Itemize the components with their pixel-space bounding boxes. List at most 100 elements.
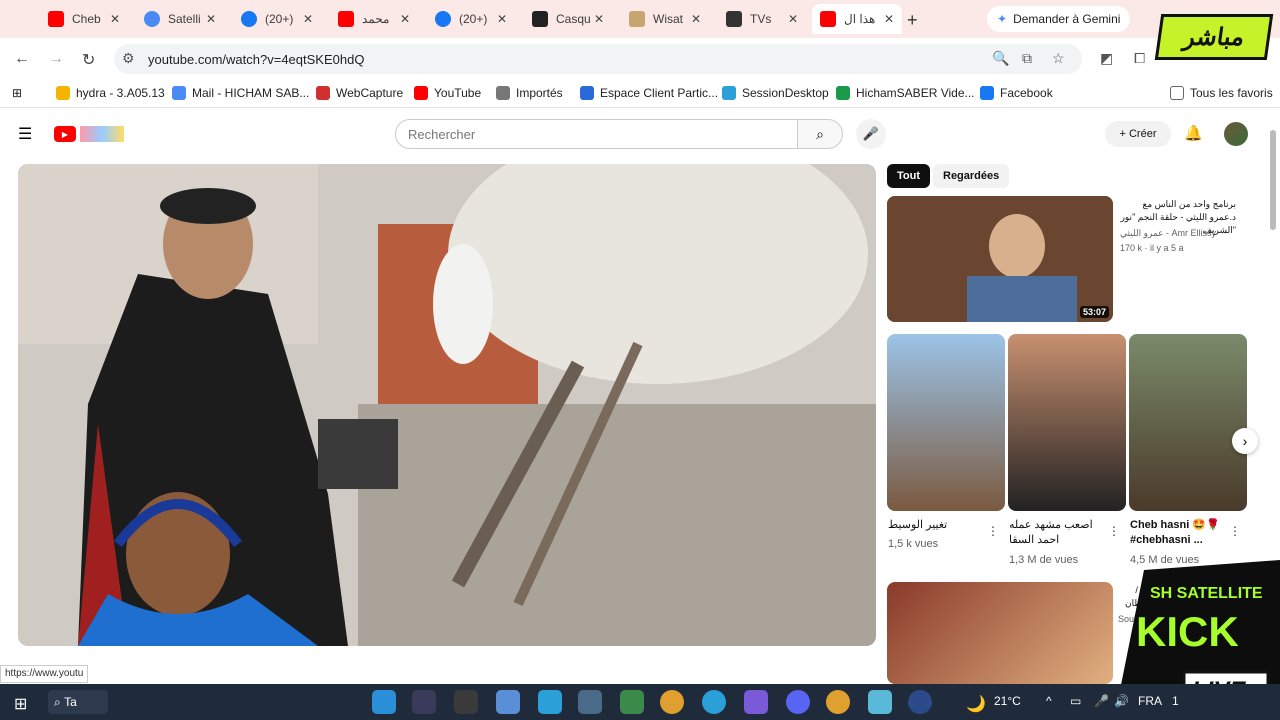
taskbar-app-icon[interactable]: [868, 690, 892, 714]
chip-regardees[interactable]: Regardées: [933, 164, 1010, 188]
rec-thumbnail[interactable]: 53:07: [887, 196, 1113, 322]
reload-button[interactable]: ↻: [82, 50, 95, 70]
menu-icon[interactable]: ☰: [18, 124, 32, 144]
more-icon[interactable]: ⋮: [1108, 524, 1120, 538]
chevron-right-icon[interactable]: ›: [1232, 428, 1258, 454]
search-button[interactable]: ⌕: [797, 119, 843, 149]
bookmark-item[interactable]: Espace Client Partic...: [580, 86, 718, 100]
create-button[interactable]: + Créer: [1105, 121, 1171, 147]
taskbar-app-icon[interactable]: [620, 690, 644, 714]
close-icon[interactable]: ✕: [884, 12, 894, 26]
more-icon[interactable]: ⋮: [1229, 524, 1241, 538]
network-icon[interactable]: ▭: [1070, 694, 1081, 708]
short-thumbnail-2[interactable]: [1008, 334, 1126, 511]
mic-icon[interactable]: 🎤: [1094, 694, 1109, 708]
doodle-logo[interactable]: [80, 126, 124, 142]
rec-channel[interactable]: عمرو الليثي - Amr Ellissy: [1120, 228, 1216, 239]
short-title-3[interactable]: Cheb hasni 🤩🌹 #chebhasni ...: [1130, 518, 1228, 548]
install-icon[interactable]: ⧉: [1022, 50, 1032, 67]
tab-1[interactable]: Satelli ✕: [136, 4, 224, 34]
short-thumbnail-3[interactable]: [1129, 334, 1247, 511]
forward-button[interactable]: →: [48, 50, 64, 68]
avatar[interactable]: [1224, 122, 1248, 146]
close-icon[interactable]: ✕: [400, 12, 410, 26]
bookmark-star-icon[interactable]: ☆: [1052, 50, 1065, 67]
tab-5[interactable]: Casqu ✕: [524, 4, 612, 34]
bookmark-item[interactable]: YouTube: [414, 86, 481, 100]
close-icon[interactable]: ✕: [691, 12, 701, 26]
bookmark-icon: [316, 86, 330, 100]
short-title-1[interactable]: تغيير الوسيط: [888, 518, 983, 533]
tab-7[interactable]: TVs ✕: [718, 4, 806, 34]
video-player[interactable]: [18, 164, 876, 646]
tab-0[interactable]: Cheb ✕: [40, 4, 128, 34]
notifications-icon[interactable]: 🔔: [1184, 124, 1203, 142]
close-icon[interactable]: ✕: [206, 12, 216, 26]
bookmark-item[interactable]: Facebook: [980, 86, 1053, 100]
site-info-icon[interactable]: ⚙: [122, 50, 135, 67]
telegram-icon[interactable]: [702, 690, 726, 714]
bookmark-item[interactable]: HichamSABER Vide...: [836, 86, 975, 100]
mic-icon: 🎤: [862, 126, 880, 141]
taskbar-app-icon[interactable]: [412, 690, 436, 714]
language-indicator[interactable]: FRA: [1138, 694, 1162, 708]
taskbar-app-icon[interactable]: [908, 690, 932, 714]
gemini-button[interactable]: ✦ Demander à Gemini: [987, 6, 1131, 32]
all-favorites[interactable]: Tous les favoris: [1170, 86, 1273, 100]
more-icon[interactable]: ⋮: [987, 524, 999, 538]
taskbar-app-icon[interactable]: [744, 690, 768, 714]
taskbar-app-icon[interactable]: [538, 690, 562, 714]
close-icon[interactable]: ✕: [303, 12, 313, 26]
close-icon[interactable]: ✕: [594, 12, 604, 26]
taskbar-app-icon[interactable]: [372, 690, 396, 714]
apps-icon[interactable]: ⊞: [12, 86, 22, 100]
chrome-icon[interactable]: [826, 690, 850, 714]
taskbar-app-icon[interactable]: [496, 690, 520, 714]
chip-tout[interactable]: Tout: [887, 164, 931, 188]
zoom-icon[interactable]: 🔍: [992, 50, 1009, 67]
bookmark-item[interactable]: WebCapture: [316, 86, 403, 100]
new-tab-button[interactable]: +: [907, 10, 918, 31]
weather-temp[interactable]: 21°C: [994, 694, 1021, 708]
voice-search-button[interactable]: 🎤: [856, 119, 886, 149]
youtube-logo-icon[interactable]: ▶: [54, 126, 76, 142]
windows-start-icon[interactable]: ⊞: [14, 694, 27, 714]
bookmark-item[interactable]: Importés: [496, 86, 563, 100]
scrollbar[interactable]: [1270, 130, 1276, 230]
close-icon[interactable]: ✕: [110, 12, 120, 26]
tab-3[interactable]: محمد ✕: [330, 4, 418, 34]
close-icon[interactable]: ✕: [788, 12, 798, 26]
bookmark-icon: [980, 86, 994, 100]
back-button[interactable]: ←: [14, 50, 30, 68]
chrome-icon[interactable]: [660, 690, 684, 714]
bookmark-icon: [836, 86, 850, 100]
discord-icon[interactable]: [786, 690, 810, 714]
tab-8[interactable]: هذا ال ✕: [812, 4, 902, 34]
bookmark-item[interactable]: hydra - 3.A05.13: [56, 86, 165, 100]
bookmark-item[interactable]: Mail - HICHAM SAB...: [172, 86, 309, 100]
close-icon[interactable]: ✕: [497, 12, 507, 26]
puzzle-icon[interactable]: ⧠: [1134, 50, 1145, 67]
volume-icon[interactable]: 🔊: [1114, 694, 1129, 708]
tray-chevron-icon[interactable]: ^: [1046, 694, 1052, 708]
facebook-icon: [435, 11, 451, 27]
tab-label: TVs: [750, 12, 772, 26]
tab-4[interactable]: (20+) ✕: [427, 4, 515, 34]
clock[interactable]: 1: [1172, 694, 1179, 708]
short-title-2[interactable]: اصعب مشهد عمله احمد السقا: [1009, 518, 1104, 548]
bookmark-item[interactable]: SessionDesktop: [722, 86, 829, 100]
extension-icon[interactable]: ◩: [1100, 50, 1113, 67]
youtube-icon: [820, 11, 836, 27]
taskbar-app-icon[interactable]: [454, 690, 478, 714]
search-input[interactable]: Rechercher: [395, 119, 798, 149]
short-thumbnail-1[interactable]: [887, 334, 1005, 511]
address-bar[interactable]: youtube.com/watch?v=4eqtSKE0hdQ: [114, 44, 1082, 74]
rec-thumbnail-2[interactable]: [887, 582, 1113, 684]
weather-icon[interactable]: 🌙: [966, 694, 986, 714]
globe-icon: [144, 11, 160, 27]
tab-2[interactable]: (20+) ✕: [233, 4, 321, 34]
bookmark-icon: [496, 86, 510, 100]
taskbar-search[interactable]: ⌕ Ta: [48, 690, 108, 714]
taskbar-app-icon[interactable]: [578, 690, 602, 714]
tab-6[interactable]: Wisat ✕: [621, 4, 709, 34]
